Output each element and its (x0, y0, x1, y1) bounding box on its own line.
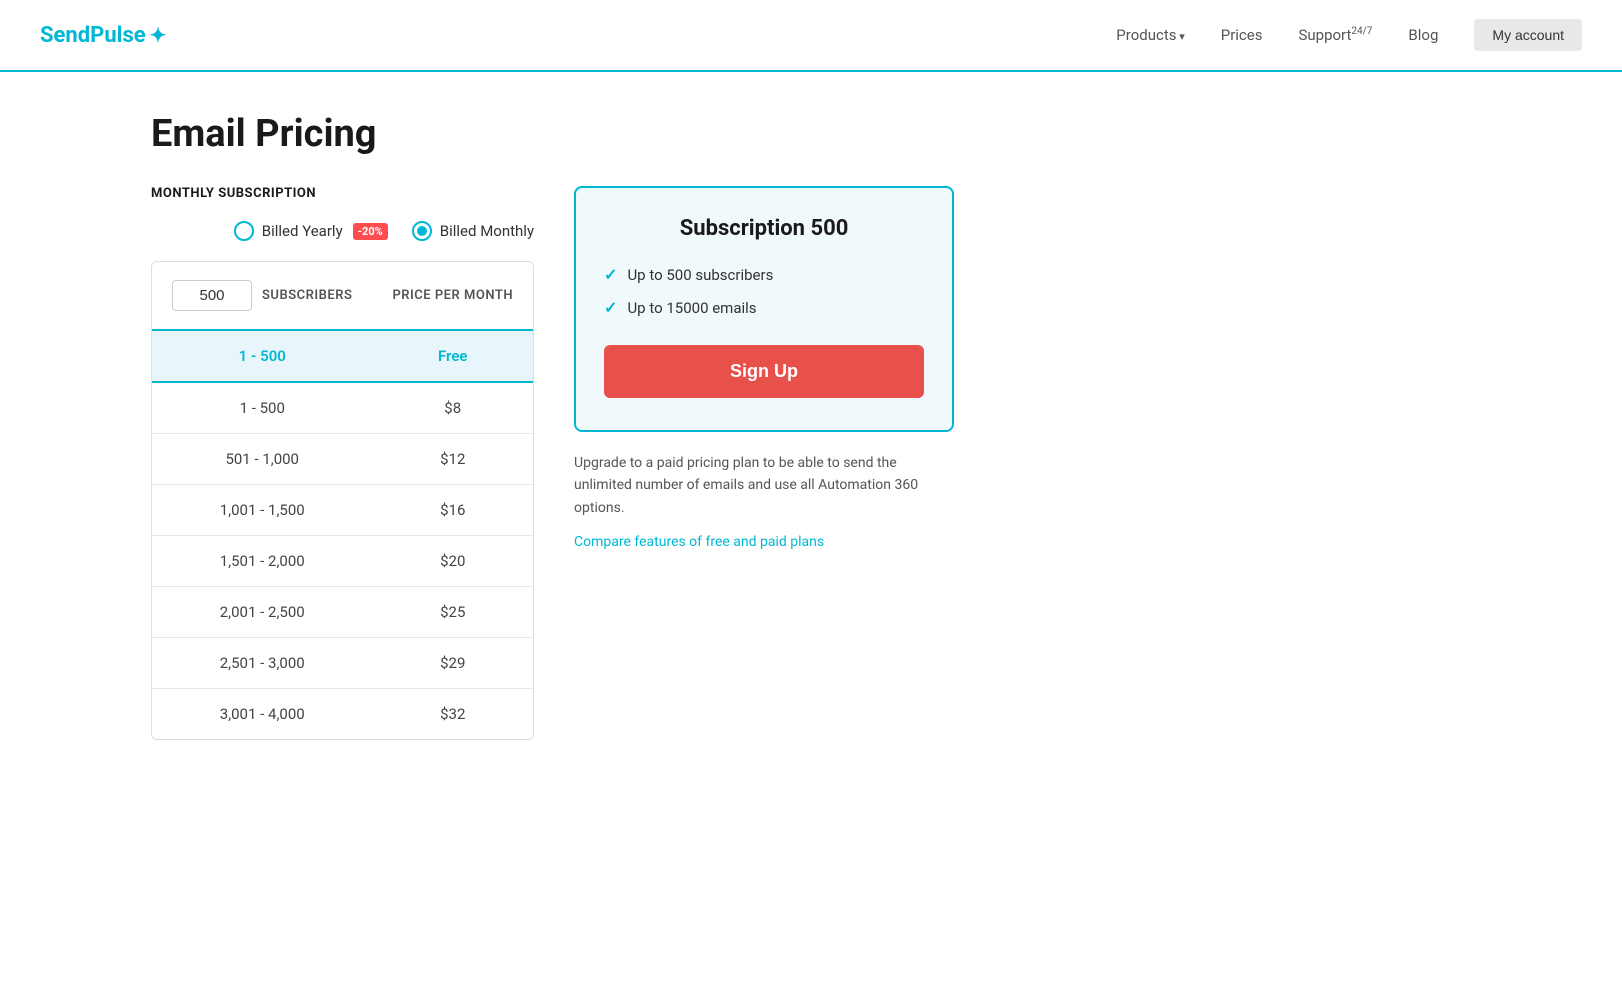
range-cell: 1,001 - 1,500 (152, 485, 372, 536)
range-cell: 3,001 - 4,000 (152, 689, 372, 740)
subscription-card-inner: Subscription 500 ✓Up to 500 subscribers✓… (574, 186, 954, 432)
nav-blog[interactable]: Blog (1408, 26, 1438, 44)
discount-badge: -20% (353, 223, 388, 240)
upgrade-text: Upgrade to a paid pricing plan to be abl… (574, 452, 954, 519)
range-cell: 1,501 - 2,000 (152, 536, 372, 587)
subscribers-input[interactable] (172, 280, 252, 311)
range-cell: 2,501 - 3,000 (152, 638, 372, 689)
price-cell: $20 (372, 536, 533, 587)
table-row[interactable]: 2,501 - 3,000 $29 (152, 638, 533, 689)
col-subscribers: SUBSCRIBERS (152, 262, 372, 330)
table-row[interactable]: 1,501 - 2,000 $20 (152, 536, 533, 587)
check-icon: ✓ (604, 265, 617, 284)
page-title: Email Pricing (151, 112, 1471, 156)
subscription-card: Subscription 500 ✓Up to 500 subscribers✓… (574, 186, 954, 550)
content-row: MONTHLY SUBSCRIPTION Billed Yearly -20% … (151, 186, 1471, 740)
radio-monthly (412, 221, 432, 241)
logo-text: SendPulse (40, 23, 146, 48)
table-row[interactable]: 2,001 - 2,500 $25 (152, 587, 533, 638)
table-section: MONTHLY SUBSCRIPTION Billed Yearly -20% … (151, 186, 534, 740)
range-cell: 2,001 - 2,500 (152, 587, 372, 638)
feature-item: ✓ Up to 15000 emails (604, 298, 924, 317)
nav-products[interactable]: Products (1116, 26, 1184, 44)
section-label: MONTHLY SUBSCRIPTION (151, 186, 534, 201)
my-account-button[interactable]: My account (1474, 19, 1582, 51)
price-cell: $16 (372, 485, 533, 536)
pricing-table-wrapper: SUBSCRIBERS PRICE PER MONTH 1 - 500 Free… (151, 261, 534, 740)
billing-monthly-label: Billed Monthly (440, 222, 534, 240)
nav-links: Products Prices Support24/7 Blog My acco… (1116, 19, 1582, 51)
sign-up-button[interactable]: Sign Up (604, 345, 924, 398)
table-row[interactable]: 1,001 - 1,500 $16 (152, 485, 533, 536)
nav-prices[interactable]: Prices (1221, 26, 1263, 44)
feature-text: Up to 500 subscribers (627, 266, 773, 284)
table-scroll[interactable]: SUBSCRIBERS PRICE PER MONTH 1 - 500 Free… (152, 262, 533, 739)
feature-item: ✓ Up to 500 subscribers (604, 265, 924, 284)
price-cell: $25 (372, 587, 533, 638)
range-cell: 1 - 500 (152, 382, 372, 434)
table-row[interactable]: 501 - 1,000 $12 (152, 434, 533, 485)
range-cell: 1 - 500 (152, 330, 372, 382)
table-row[interactable]: 1 - 500 $8 (152, 382, 533, 434)
billing-toggle: Billed Yearly -20% Billed Monthly (151, 221, 534, 241)
billing-yearly-option[interactable]: Billed Yearly -20% (234, 221, 388, 241)
compare-link[interactable]: Compare features of free and paid plans (574, 534, 824, 550)
radio-yearly (234, 221, 254, 241)
logo-icon: ✦ (150, 23, 167, 47)
subscription-card-title: Subscription 500 (604, 216, 924, 241)
table-row[interactable]: 3,001 - 4,000 $32 (152, 689, 533, 740)
logo[interactable]: SendPulse ✦ (40, 23, 166, 48)
main-content: Email Pricing MONTHLY SUBSCRIPTION Bille… (111, 72, 1511, 800)
price-cell: $32 (372, 689, 533, 740)
billing-yearly-label: Billed Yearly (262, 222, 343, 240)
table-row[interactable]: 1 - 500 Free (152, 330, 533, 382)
price-cell: $29 (372, 638, 533, 689)
nav-support[interactable]: Support24/7 (1298, 26, 1372, 44)
feature-list: ✓ Up to 500 subscribers ✓ Up to 15000 email… (604, 265, 924, 317)
range-cell: 501 - 1,000 (152, 434, 372, 485)
price-cell: $12 (372, 434, 533, 485)
price-cell: $8 (372, 382, 533, 434)
price-cell: Free (372, 330, 533, 382)
feature-text: Up to 15000 emails (627, 299, 756, 317)
navbar: SendPulse ✦ Products Prices Support24/7 … (0, 0, 1622, 72)
check-icon: ✓ (604, 298, 617, 317)
col-price: PRICE PER MONTH (372, 262, 533, 330)
pricing-table: SUBSCRIBERS PRICE PER MONTH 1 - 500 Free… (152, 262, 533, 739)
billing-monthly-option[interactable]: Billed Monthly (412, 221, 534, 241)
